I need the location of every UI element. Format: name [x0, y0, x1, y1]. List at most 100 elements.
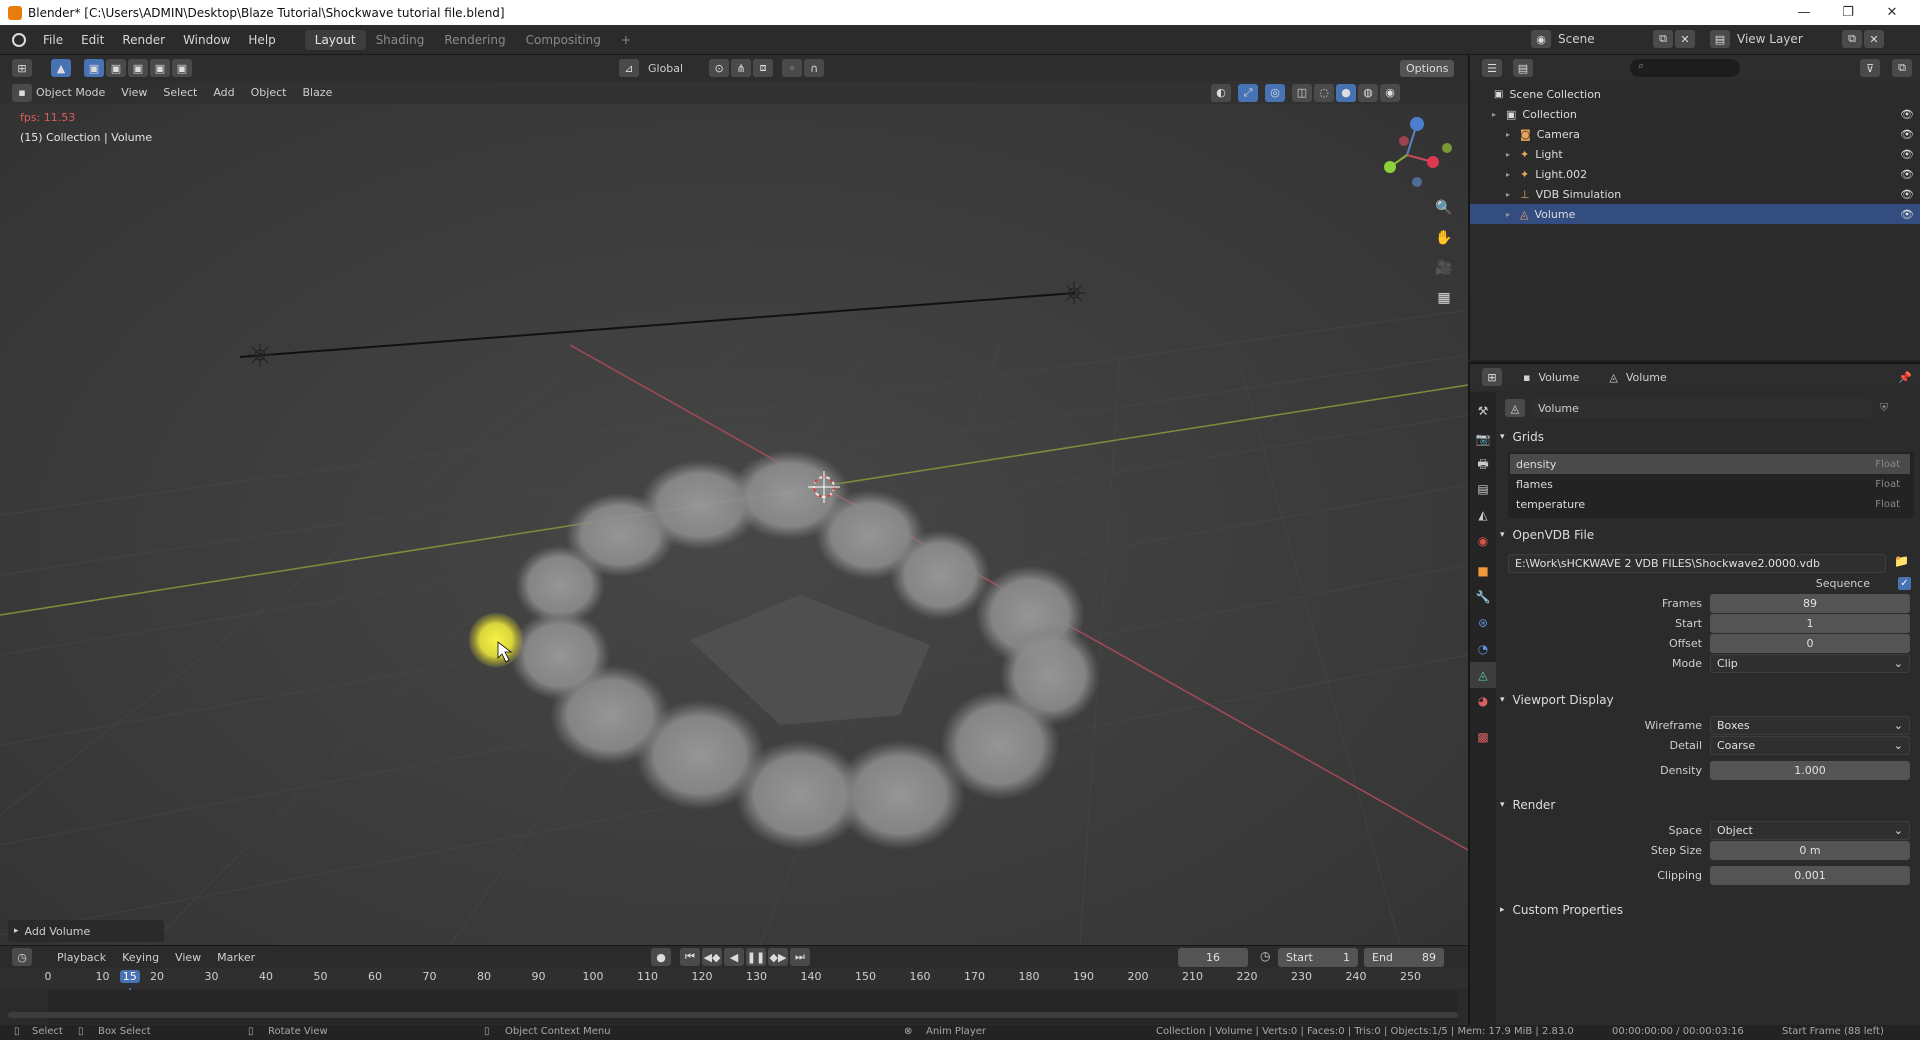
selection-mode-extend-icon[interactable]: ▣ [106, 59, 126, 77]
grid-row[interactable]: density Float [1510, 454, 1910, 474]
anim-player-close-icon[interactable]: ⊗ [904, 1026, 912, 1037]
view-layer-name[interactable]: View Layer [1731, 32, 1841, 46]
jump-end-icon[interactable]: ⏭ [790, 948, 810, 966]
menu-timeline-view[interactable]: View [167, 951, 209, 964]
view-layer-icon[interactable]: ▤ [1710, 30, 1730, 48]
pause-icon[interactable]: ❚❚ [746, 948, 766, 966]
start-field[interactable]: 1 [1710, 614, 1910, 633]
preview-range-icon[interactable]: ◷ [1260, 949, 1270, 963]
ortho-grid-icon[interactable]: ▦ [1431, 285, 1457, 311]
snap-icon[interactable]: ⋔ [731, 59, 752, 77]
current-frame-field[interactable]: 16 [1178, 948, 1248, 967]
menu-marker[interactable]: Marker [209, 951, 263, 964]
display-mode-icon[interactable]: ▤ [1513, 59, 1533, 77]
menu-blaze[interactable]: Blaze [294, 86, 340, 99]
outliner-root-row[interactable]: ▣ Scene Collection [1470, 84, 1920, 104]
clipping-field[interactable]: 0.001 [1710, 866, 1910, 885]
visibility-eye-icon[interactable]: 👁 [1900, 128, 1914, 141]
timeline-scrollbar[interactable] [8, 1012, 1458, 1018]
wireframe-dropdown[interactable]: Boxes ⌄ [1710, 716, 1910, 735]
select-tool-icon[interactable]: ▲ [51, 59, 71, 77]
grids-panel-header[interactable]: ▾ Grids [1500, 426, 1918, 448]
end-frame-field[interactable]: End 89 [1364, 948, 1444, 967]
pivot-icon[interactable]: ⊙ [709, 59, 730, 77]
new-collection-icon[interactable]: ⧉ [1892, 59, 1912, 77]
scene-tab-icon[interactable]: ◭ [1470, 502, 1496, 528]
close-button[interactable]: ✕ [1870, 0, 1914, 25]
pin-icon[interactable]: 📌 [1898, 371, 1912, 384]
outliner-row[interactable]: ▸ ✦ Light 👁 [1470, 144, 1920, 164]
selection-mode-subtract-icon[interactable]: ▣ [128, 59, 148, 77]
expand-arrow-icon[interactable]: ▸ [1492, 110, 1502, 119]
overlay-icon[interactable]: ◎ [1265, 83, 1285, 102]
gizmo-icon[interactable]: ⤢ [1238, 83, 1258, 102]
file-browse-icon[interactable]: 📁 [1894, 554, 1909, 568]
openvdb-panel-header[interactable]: ▾ OpenVDB File [1500, 524, 1918, 546]
volume-datablock-icon[interactable]: ◬ [1505, 399, 1525, 417]
camera-view-icon[interactable]: 🎥 [1431, 255, 1457, 281]
keyframe-area[interactable] [48, 990, 1458, 1024]
density-field[interactable]: 1.000 [1710, 761, 1910, 780]
menu-file[interactable]: File [34, 33, 72, 47]
play-reverse-icon[interactable]: ◀ [724, 948, 744, 966]
tab-layout[interactable]: Layout [304, 29, 366, 50]
step-size-field[interactable]: 0 m [1710, 841, 1910, 860]
rendered-shading-icon[interactable]: ◉ [1380, 83, 1400, 102]
scene-icon[interactable]: ◉ [1531, 30, 1551, 48]
outliner-row[interactable]: ▸ ✦ Light.002 👁 [1470, 164, 1920, 184]
data-breadcrumb[interactable]: Volume [1626, 371, 1667, 384]
transform-orientation-dropdown[interactable]: Global [640, 62, 691, 75]
expand-arrow-icon[interactable]: ▸ [1506, 170, 1516, 179]
frames-field[interactable]: 89 [1710, 594, 1910, 613]
visibility-eye-icon[interactable]: 👁 [1900, 108, 1914, 121]
texture-tab-icon[interactable]: ▩ [1470, 724, 1496, 750]
falloff-icon[interactable]: ∩ [804, 59, 825, 77]
add-workspace-button[interactable]: + [611, 30, 641, 50]
filter-icon[interactable]: ⊽ [1860, 59, 1880, 77]
start-frame-field[interactable]: Start 1 [1278, 948, 1358, 967]
detail-dropdown[interactable]: Coarse ⌄ [1710, 736, 1910, 755]
menu-keying[interactable]: Keying [114, 951, 167, 964]
menu-object[interactable]: Object [243, 86, 295, 99]
object-mode-dropdown[interactable]: Object Mode [33, 86, 113, 99]
view-layer-tab-icon[interactable]: ▤ [1470, 476, 1496, 502]
new-view-layer-icon[interactable]: ⧉ [1842, 30, 1862, 48]
physics-tab-icon[interactable]: ◔ [1470, 636, 1496, 662]
next-keyframe-icon[interactable]: ◆▶ [768, 948, 788, 966]
options-dropdown[interactable]: Options [1400, 59, 1455, 77]
custom-properties-panel-header[interactable]: ▸ Custom Properties [1500, 899, 1918, 921]
render-tab-icon[interactable]: 📷 [1470, 426, 1496, 452]
object-mode-icon[interactable]: ▪ [12, 83, 32, 102]
last-operator-panel[interactable]: ▸ Add Volume [8, 920, 164, 942]
outliner-editor-type-icon[interactable]: ☰ [1482, 59, 1502, 77]
fake-user-icon[interactable]: ⛨ [1880, 401, 1888, 415]
particles-tab-icon[interactable]: ⊛ [1470, 610, 1496, 636]
grid-row[interactable]: flames Float [1510, 474, 1910, 494]
viewport-display-panel-header[interactable]: ▾ Viewport Display [1500, 689, 1918, 711]
timeline-editor-type-icon[interactable]: ◷ [12, 948, 32, 966]
menu-add[interactable]: Add [205, 86, 242, 99]
blender-menu-icon[interactable] [12, 32, 26, 47]
minimize-button[interactable]: — [1782, 0, 1826, 25]
wireframe-shading-icon[interactable]: ◌ [1314, 83, 1334, 102]
status-anim-player[interactable]: Anim Player [926, 1026, 986, 1037]
outliner-row[interactable]: ▸ ◬ Volume 👁 [1470, 204, 1920, 224]
world-tab-icon[interactable]: ◉ [1470, 528, 1496, 554]
output-tab-icon[interactable]: 🖶 [1470, 452, 1496, 478]
menu-help[interactable]: Help [239, 33, 284, 47]
tool-tab-icon[interactable]: ⚒ [1470, 398, 1496, 424]
render-panel-header[interactable]: ▾ Render [1500, 794, 1918, 816]
tab-shading[interactable]: Shading [366, 30, 435, 50]
visibility-icon[interactable]: ◐ [1211, 83, 1231, 102]
viewport-3d[interactable]: 🔍 ✋ 🎥 ▦ [0, 55, 1468, 945]
grid-row[interactable]: temperature Float [1510, 494, 1910, 514]
expand-arrow-icon[interactable]: ▸ [1506, 130, 1516, 139]
mode-dropdown[interactable]: Clip ⌄ [1710, 654, 1910, 673]
maximize-button[interactable]: ❐ [1826, 0, 1870, 25]
menu-playback[interactable]: Playback [49, 951, 114, 964]
scene-name[interactable]: Scene [1552, 32, 1652, 46]
tab-compositing[interactable]: Compositing [516, 30, 611, 50]
delete-view-layer-icon[interactable]: ✕ [1864, 30, 1884, 48]
vdb-filepath-field[interactable]: E:\Work\sHCKWAVE 2 VDB FILES\Shockwave2.… [1508, 554, 1886, 573]
selection-mode-invert-icon[interactable]: ▣ [150, 59, 170, 77]
